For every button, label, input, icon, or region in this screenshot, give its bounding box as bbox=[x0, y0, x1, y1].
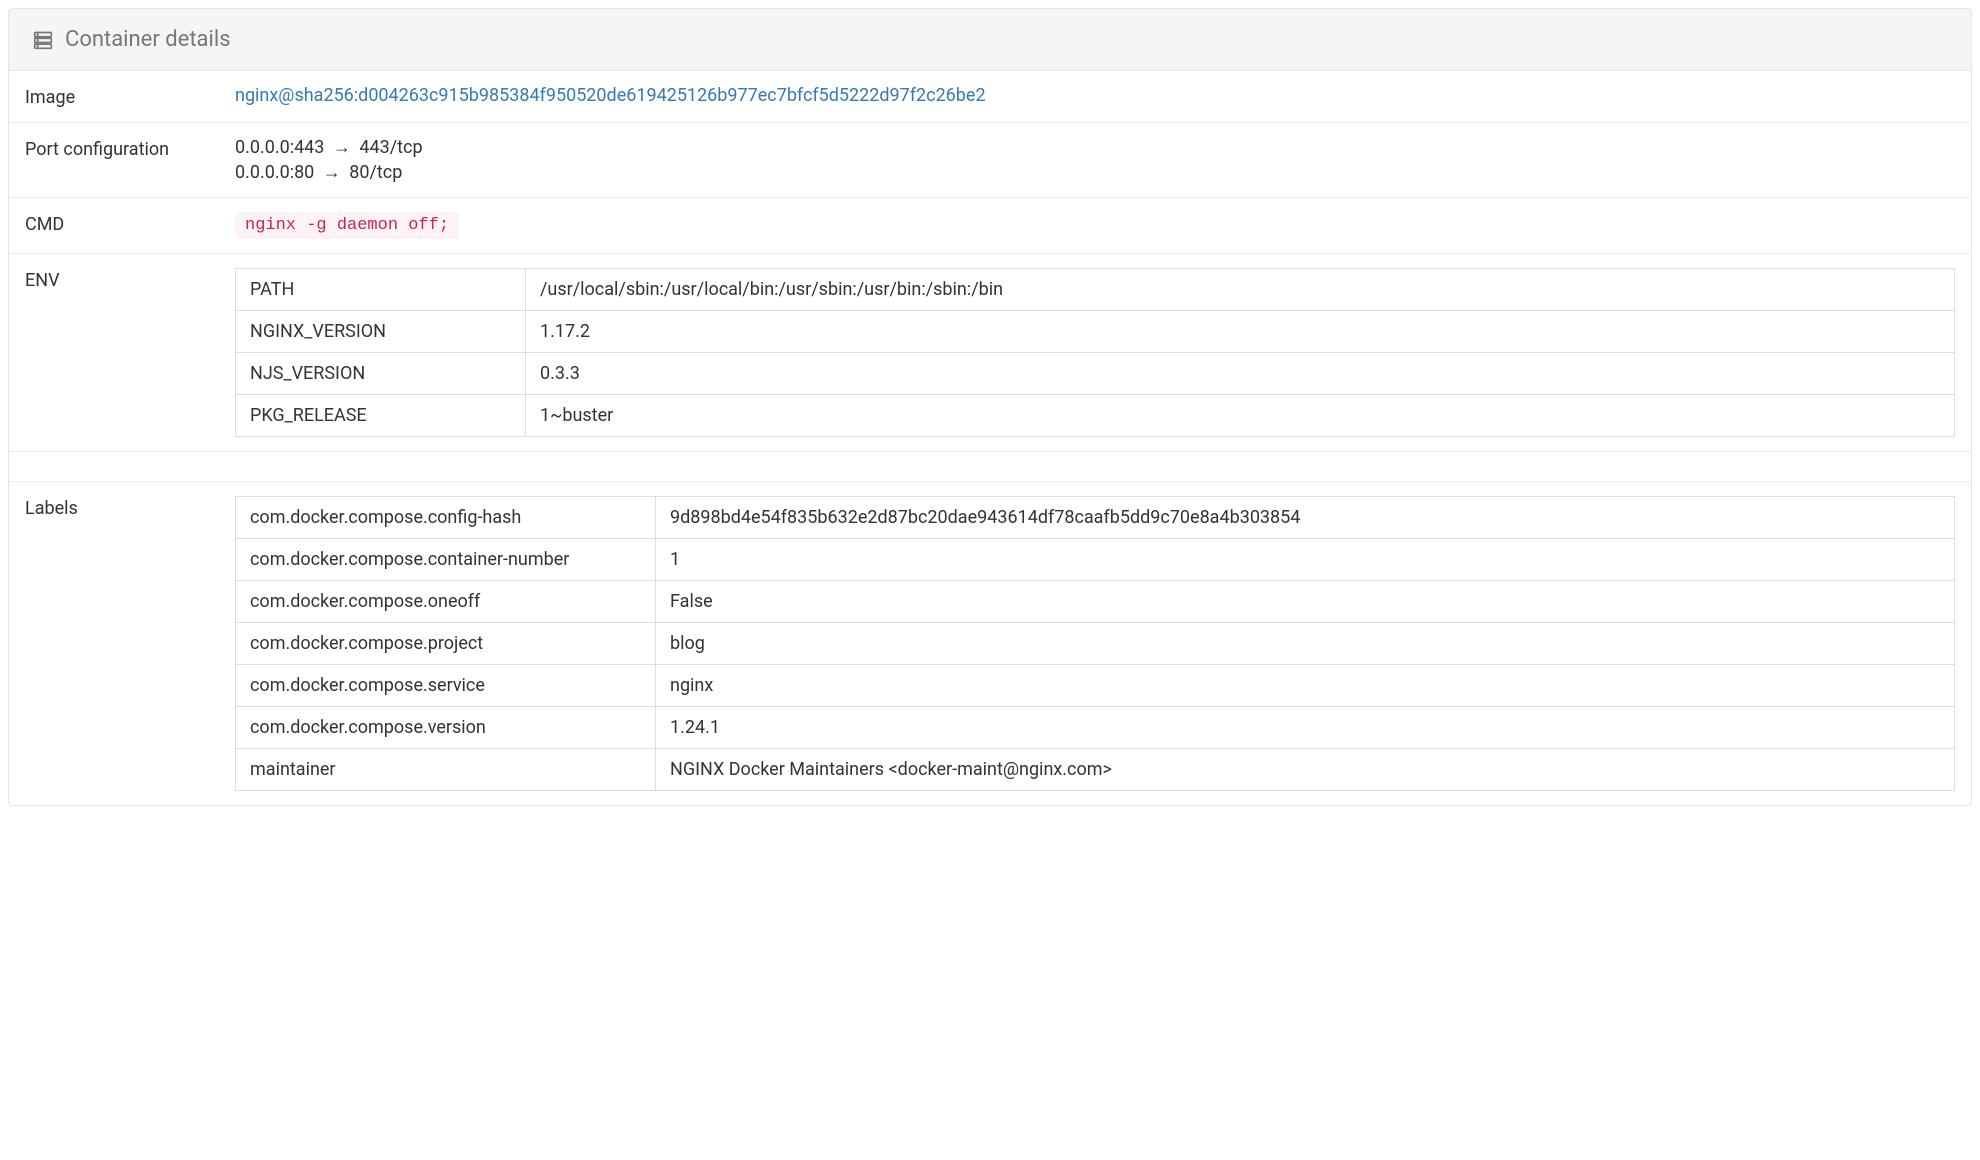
env-key: NGINX_VERSION bbox=[236, 311, 526, 353]
port-host: 0.0.0.0:443 bbox=[235, 137, 324, 158]
env-val: 1~buster bbox=[526, 395, 1955, 437]
port-mapping: 0.0.0.0:80 → 80/tcp bbox=[235, 162, 1955, 183]
table-row: com.docker.compose.container-number 1 bbox=[236, 539, 1955, 581]
table-row: com.docker.compose.project blog bbox=[236, 623, 1955, 665]
panel-title: Container details bbox=[65, 27, 231, 52]
table-row: com.docker.compose.version 1.24.1 bbox=[236, 707, 1955, 749]
env-key: NJS_VERSION bbox=[236, 353, 526, 395]
cmd-code: nginx -g daemon off; bbox=[235, 212, 459, 239]
container-details-panel: Container details Image nginx@sha256:d00… bbox=[8, 8, 1972, 806]
label-key: com.docker.compose.service bbox=[236, 665, 656, 707]
table-row: PATH /usr/local/sbin:/usr/local/bin:/usr… bbox=[236, 269, 1955, 311]
label-val: False bbox=[656, 581, 1955, 623]
label-val: 1.24.1 bbox=[656, 707, 1955, 749]
label-val: NGINX Docker Maintainers <docker-maint@n… bbox=[656, 749, 1955, 791]
labels-label: Labels bbox=[25, 496, 235, 519]
port-config-label: Port configuration bbox=[25, 137, 235, 160]
section-divider bbox=[9, 452, 1971, 482]
table-row: com.docker.compose.oneoff False bbox=[236, 581, 1955, 623]
arrow-icon: → bbox=[323, 162, 341, 183]
table-row: PKG_RELEASE 1~buster bbox=[236, 395, 1955, 437]
cmd-label: CMD bbox=[25, 212, 235, 235]
env-key: PATH bbox=[236, 269, 526, 311]
label-val: nginx bbox=[656, 665, 1955, 707]
env-row: ENV PATH /usr/local/sbin:/usr/local/bin:… bbox=[9, 254, 1971, 452]
table-row: NGINX_VERSION 1.17.2 bbox=[236, 311, 1955, 353]
env-label: ENV bbox=[25, 268, 235, 291]
label-val: blog bbox=[656, 623, 1955, 665]
table-row: NJS_VERSION 0.3.3 bbox=[236, 353, 1955, 395]
env-val: 0.3.3 bbox=[526, 353, 1955, 395]
label-val: 1 bbox=[656, 539, 1955, 581]
port-host: 0.0.0.0:80 bbox=[235, 162, 314, 183]
env-val: /usr/local/sbin:/usr/local/bin:/usr/sbin… bbox=[526, 269, 1955, 311]
label-key: com.docker.compose.config-hash bbox=[236, 497, 656, 539]
table-row: com.docker.compose.service nginx bbox=[236, 665, 1955, 707]
image-link[interactable]: nginx@sha256:d004263c915b985384f950520de… bbox=[235, 85, 986, 106]
port-config-value: 0.0.0.0:443 → 443/tcp 0.0.0.0:80 → 80/tc… bbox=[235, 137, 1955, 183]
table-row: com.docker.compose.config-hash 9d898bd4e… bbox=[236, 497, 1955, 539]
server-icon bbox=[33, 30, 53, 50]
env-value: PATH /usr/local/sbin:/usr/local/bin:/usr… bbox=[235, 268, 1955, 437]
labels-row: Labels com.docker.compose.config-hash 9d… bbox=[9, 482, 1971, 805]
image-row: Image nginx@sha256:d004263c915b985384f95… bbox=[9, 71, 1971, 123]
cmd-row: CMD nginx -g daemon off; bbox=[9, 198, 1971, 254]
label-key: com.docker.compose.project bbox=[236, 623, 656, 665]
table-row: maintainer NGINX Docker Maintainers <doc… bbox=[236, 749, 1955, 791]
port-config-row: Port configuration 0.0.0.0:443 → 443/tcp… bbox=[9, 123, 1971, 198]
labels-value: com.docker.compose.config-hash 9d898bd4e… bbox=[235, 496, 1955, 791]
panel-header: Container details bbox=[9, 9, 1971, 71]
image-value: nginx@sha256:d004263c915b985384f950520de… bbox=[235, 85, 1955, 106]
cmd-value: nginx -g daemon off; bbox=[235, 212, 1955, 239]
label-key: com.docker.compose.version bbox=[236, 707, 656, 749]
label-key: com.docker.compose.container-number bbox=[236, 539, 656, 581]
port-mapping: 0.0.0.0:443 → 443/tcp bbox=[235, 137, 1955, 158]
env-val: 1.17.2 bbox=[526, 311, 1955, 353]
arrow-icon: → bbox=[333, 137, 351, 158]
image-label: Image bbox=[25, 85, 235, 108]
label-key: maintainer bbox=[236, 749, 656, 791]
label-key: com.docker.compose.oneoff bbox=[236, 581, 656, 623]
labels-table: com.docker.compose.config-hash 9d898bd4e… bbox=[235, 496, 1955, 791]
port-container: 443/tcp bbox=[359, 137, 422, 158]
env-table: PATH /usr/local/sbin:/usr/local/bin:/usr… bbox=[235, 268, 1955, 437]
port-container: 80/tcp bbox=[349, 162, 402, 183]
env-key: PKG_RELEASE bbox=[236, 395, 526, 437]
label-val: 9d898bd4e54f835b632e2d87bc20dae943614df7… bbox=[656, 497, 1955, 539]
